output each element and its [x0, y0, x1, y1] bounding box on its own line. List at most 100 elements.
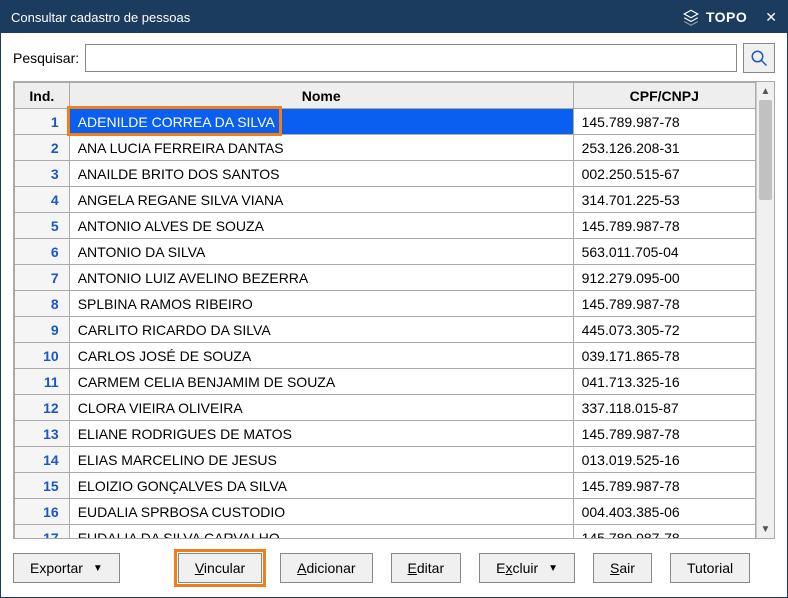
table-row[interactable]: 12CLORA VIEIRA OLIVEIRA337.118.015-87 — [15, 395, 756, 421]
cell-nome: EUDALIA DA SILVA CARVALHO — [69, 525, 573, 539]
excluir-label: Excluir — [496, 560, 538, 576]
cell-ind: 3 — [15, 161, 70, 187]
table-row[interactable]: 13ELIANE RODRIGUES DE MATOS145.789.987-7… — [15, 421, 756, 447]
dropdown-icon: ▼ — [548, 563, 558, 574]
window-title: Consultar cadastro de pessoas — [11, 10, 682, 25]
scroll-track[interactable] — [757, 100, 774, 520]
table-row[interactable]: 17EUDALIA DA SILVA CARVALHO145.789.987-7… — [15, 525, 756, 539]
adicionar-label: Adicionar — [297, 560, 355, 576]
cell-ind: 14 — [15, 447, 70, 473]
cell-cpf: 004.403.385-06 — [573, 499, 755, 525]
cell-cpf: 145.789.987-78 — [573, 109, 755, 135]
cell-cpf: 041.713.325-16 — [573, 369, 755, 395]
cell-nome: ELIANE RODRIGUES DE MATOS — [69, 421, 573, 447]
vincular-button[interactable]: Vincular — [178, 553, 262, 583]
cell-nome: ANTONIO DA SILVA — [69, 239, 573, 265]
table-row[interactable]: 14ELIAS MARCELINO DE JESUS013.019.525-16 — [15, 447, 756, 473]
cell-ind: 5 — [15, 213, 70, 239]
brand-text: TOPO — [706, 9, 747, 25]
cell-cpf: 013.019.525-16 — [573, 447, 755, 473]
tutorial-button[interactable]: Tutorial — [670, 553, 750, 583]
cell-ind: 16 — [15, 499, 70, 525]
table-row[interactable]: 2ANA LUCIA FERREIRA DANTAS253.126.208-31 — [15, 135, 756, 161]
cell-ind: 1 — [15, 109, 70, 135]
cell-cpf: 337.118.015-87 — [573, 395, 755, 421]
cell-cpf: 145.789.987-78 — [573, 421, 755, 447]
table-row[interactable]: 11CARMEM CELIA BENJAMIM DE SOUZA041.713.… — [15, 369, 756, 395]
table-row[interactable]: 8SPLBINA RAMOS RIBEIRO145.789.987-78 — [15, 291, 756, 317]
table-row[interactable]: 6ANTONIO DA SILVA563.011.705-04 — [15, 239, 756, 265]
cell-nome: ELOIZIO GONÇALVES DA SILVA — [69, 473, 573, 499]
table-header-row: Ind. Nome CPF/CNPJ — [15, 83, 756, 109]
brand-icon — [682, 8, 700, 26]
cell-nome: CLORA VIEIRA OLIVEIRA — [69, 395, 573, 421]
sair-button[interactable]: Sair — [593, 553, 652, 583]
cell-ind: 12 — [15, 395, 70, 421]
cell-nome: ANGELA REGANE SILVA VIANA — [69, 187, 573, 213]
excluir-button[interactable]: Excluir ▼ — [479, 553, 575, 583]
search-button[interactable] — [743, 43, 775, 73]
table-row[interactable]: 10CARLOS JOSÉ DE SOUZA039.171.865-78 — [15, 343, 756, 369]
cell-ind: 2 — [15, 135, 70, 161]
col-cpf[interactable]: CPF/CNPJ — [573, 83, 755, 109]
table-row[interactable]: 15ELOIZIO GONÇALVES DA SILVA145.789.987-… — [15, 473, 756, 499]
scroll-thumb[interactable] — [759, 100, 772, 200]
table-row[interactable]: 3ANAILDE BRITO DOS SANTOS002.250.515-67 — [15, 161, 756, 187]
scroll-down-arrow-icon[interactable]: ▼ — [757, 520, 774, 538]
cell-nome: ANA LUCIA FERREIRA DANTAS — [69, 135, 573, 161]
adicionar-button[interactable]: Adicionar — [280, 553, 372, 583]
table-container: Ind. Nome CPF/CNPJ 1ADENILDE CORREA DA S… — [13, 81, 775, 539]
titlebar: Consultar cadastro de pessoas TOPO ✕ — [1, 1, 787, 33]
cell-ind: 10 — [15, 343, 70, 369]
cell-ind: 4 — [15, 187, 70, 213]
table-row[interactable]: 1ADENILDE CORREA DA SILVA145.789.987-78 — [15, 109, 756, 135]
cell-nome: ANAILDE BRITO DOS SANTOS — [69, 161, 573, 187]
cell-nome: ELIAS MARCELINO DE JESUS — [69, 447, 573, 473]
search-icon — [750, 49, 768, 67]
search-row: Pesquisar: — [13, 43, 775, 73]
cell-nome: SPLBINA RAMOS RIBEIRO — [69, 291, 573, 317]
cell-nome: EUDALIA SPRBOSA CUSTODIO — [69, 499, 573, 525]
cell-cpf: 145.789.987-78 — [573, 473, 755, 499]
cell-ind: 11 — [15, 369, 70, 395]
scroll-up-arrow-icon[interactable]: ▲ — [757, 82, 774, 100]
table-row[interactable]: 16EUDALIA SPRBOSA CUSTODIO004.403.385-06 — [15, 499, 756, 525]
cell-nome: CARLOS JOSÉ DE SOUZA — [69, 343, 573, 369]
dropdown-icon: ▼ — [93, 563, 103, 574]
cell-nome: ANTONIO ALVES DE SOUZA — [69, 213, 573, 239]
col-ind[interactable]: Ind. — [15, 83, 70, 109]
cell-nome: CARLITO RICARDO DA SILVA — [69, 317, 573, 343]
close-icon[interactable]: ✕ — [765, 9, 777, 26]
editar-button[interactable]: Editar — [391, 553, 462, 583]
cell-cpf: 002.250.515-67 — [573, 161, 755, 187]
table-row[interactable]: 5ANTONIO ALVES DE SOUZA145.789.987-78 — [15, 213, 756, 239]
search-label: Pesquisar: — [13, 50, 79, 66]
cell-ind: 9 — [15, 317, 70, 343]
cell-ind: 15 — [15, 473, 70, 499]
cell-nome: ANTONIO LUIZ AVELINO BEZERRA — [69, 265, 573, 291]
cell-ind: 7 — [15, 265, 70, 291]
table-row[interactable]: 9CARLITO RICARDO DA SILVA445.073.305-72 — [15, 317, 756, 343]
cell-cpf: 253.126.208-31 — [573, 135, 755, 161]
col-nome[interactable]: Nome — [69, 83, 573, 109]
cell-cpf: 039.171.865-78 — [573, 343, 755, 369]
table-row[interactable]: 7ANTONIO LUIZ AVELINO BEZERRA912.279.095… — [15, 265, 756, 291]
cell-cpf: 563.011.705-04 — [573, 239, 755, 265]
cell-cpf: 314.701.225-53 — [573, 187, 755, 213]
exportar-label: Exportar — [30, 560, 83, 576]
cell-cpf: 912.279.095-00 — [573, 265, 755, 291]
cell-ind: 8 — [15, 291, 70, 317]
cell-nome: ADENILDE CORREA DA SILVA — [69, 109, 573, 135]
cell-ind: 13 — [15, 421, 70, 447]
search-input[interactable] — [85, 44, 737, 72]
exportar-button[interactable]: Exportar ▼ — [13, 553, 120, 583]
brand-logo: TOPO — [682, 8, 747, 26]
vertical-scrollbar[interactable]: ▲ ▼ — [756, 82, 774, 538]
tutorial-label: Tutorial — [687, 560, 733, 576]
table-row[interactable]: 4ANGELA REGANE SILVA VIANA314.701.225-53 — [15, 187, 756, 213]
cell-ind: 6 — [15, 239, 70, 265]
cell-cpf: 145.789.987-78 — [573, 213, 755, 239]
cell-nome: CARMEM CELIA BENJAMIM DE SOUZA — [69, 369, 573, 395]
sair-label: Sair — [610, 560, 635, 576]
cell-ind: 17 — [15, 525, 70, 539]
